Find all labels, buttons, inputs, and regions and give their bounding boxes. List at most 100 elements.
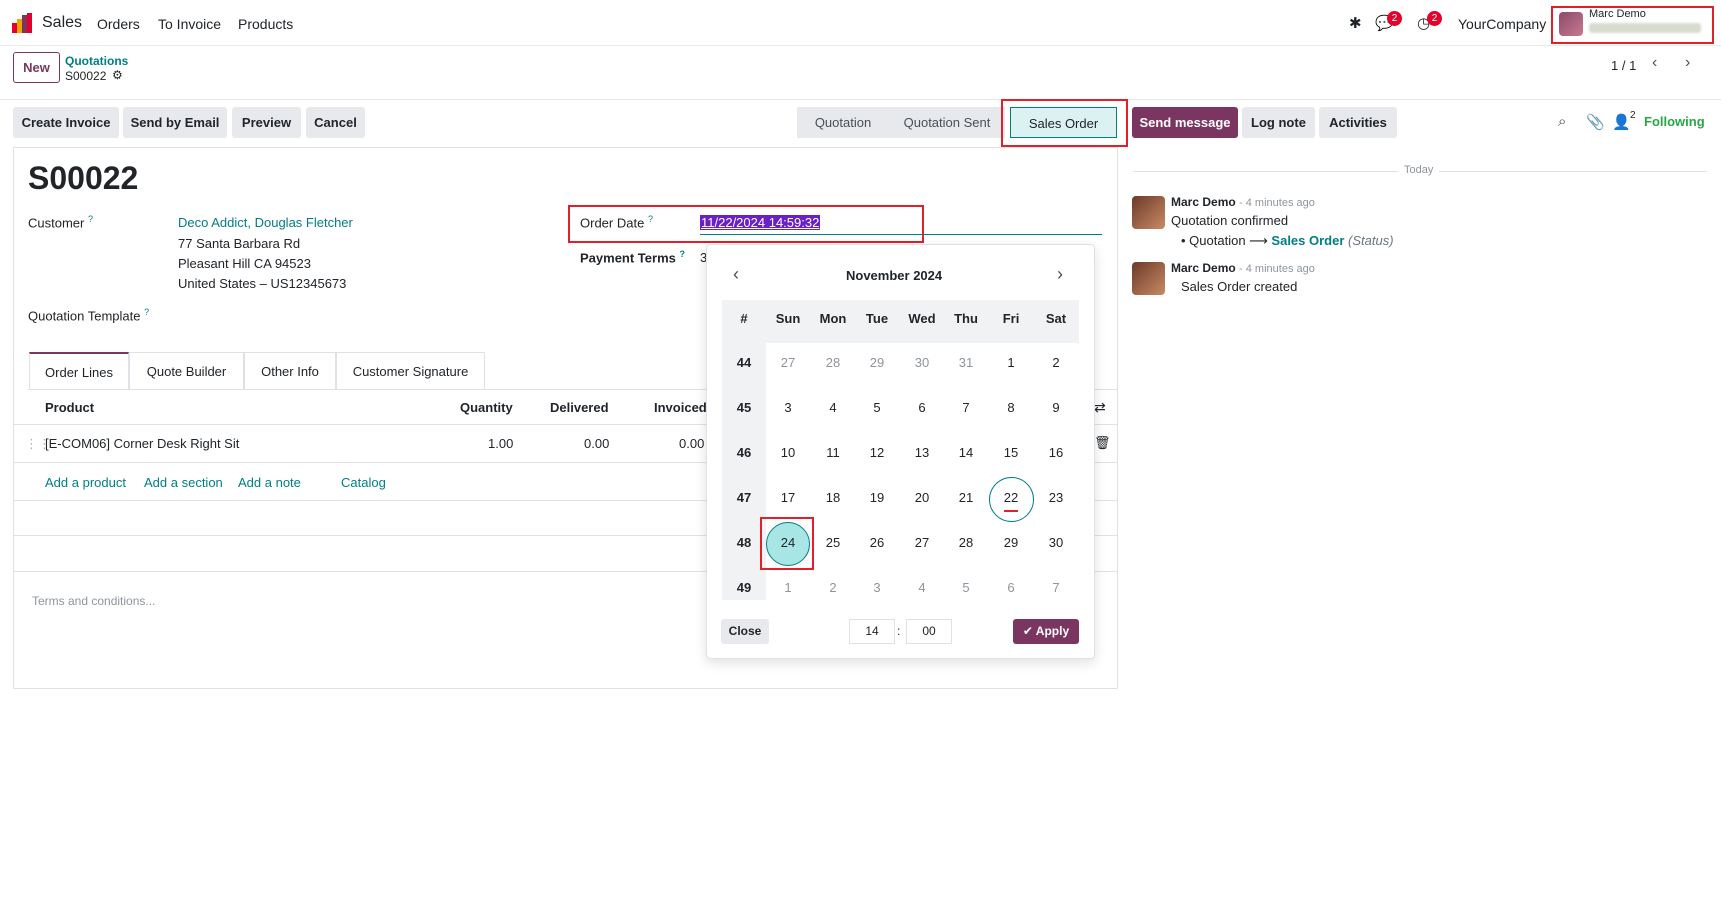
column-invoiced[interactable]: Invoiced [654,400,707,415]
gear-icon[interactable]: ⚙ [112,68,123,82]
pager-previous-icon[interactable]: ‹ [1652,54,1657,72]
datepicker-day[interactable]: 29 [855,355,899,370]
datepicker-day[interactable]: 4 [811,400,855,415]
datepicker-day[interactable]: 12 [855,445,899,460]
line-quantity[interactable]: 1.00 [488,436,513,451]
datepicker-day[interactable]: 2 [811,580,855,595]
datepicker-day[interactable]: 3 [855,580,899,595]
datepicker-day[interactable]: 29 [989,535,1033,550]
activities-button[interactable]: Activities [1319,107,1397,138]
datepicker-day[interactable]: 8 [989,400,1033,415]
create-invoice-button[interactable]: Create Invoice [13,107,119,138]
datepicker-month-title[interactable]: November 2024 [846,268,942,283]
user-avatar[interactable] [1559,12,1583,36]
datepicker-day[interactable]: 30 [900,355,944,370]
datepicker-day[interactable]: 26 [855,535,899,550]
datepicker-day[interactable]: 30 [1034,535,1078,550]
hour-input[interactable]: 14 [849,619,895,644]
datepicker-day[interactable]: 7 [1034,580,1078,595]
datepicker-day[interactable]: 14 [944,445,988,460]
datepicker-day[interactable]: 28 [811,355,855,370]
datepicker-day[interactable]: 16 [1034,445,1078,460]
datepicker-day[interactable]: 25 [811,535,855,550]
tab-other-info[interactable]: Other Info [244,352,336,389]
datepicker-day[interactable]: 1 [989,355,1033,370]
message-author[interactable]: Marc Demo - 4 minutes ago [1171,195,1315,209]
datepicker-day[interactable]: 11 [811,445,855,460]
add-product-link[interactable]: Add a product [45,475,126,490]
datepicker-day[interactable]: 31 [944,355,988,370]
datepicker-day[interactable]: 21 [944,490,988,505]
datepicker-day[interactable]: 13 [900,445,944,460]
cancel-button[interactable]: Cancel [306,107,365,138]
datepicker-day[interactable]: 15 [989,445,1033,460]
user-name[interactable]: Marc Demo [1589,8,1646,20]
add-note-link[interactable]: Add a note [238,475,301,490]
log-note-button[interactable]: Log note [1242,107,1315,138]
search-icon[interactable]: ⌕ [1558,113,1566,130]
datepicker-day[interactable]: 3 [766,400,810,415]
message-author-avatar[interactable] [1132,262,1165,295]
terms-and-conditions-input[interactable]: Terms and conditions... [32,594,155,608]
message-author[interactable]: Marc Demo - 4 minutes ago [1171,261,1315,275]
order-date-input[interactable]: 11/22/2024 14:59:32 [700,215,821,230]
datepicker-day[interactable]: 4 [900,580,944,595]
datepicker-day[interactable]: 20 [900,490,944,505]
delete-line-icon[interactable]: 🗑 [1094,435,1111,451]
followers-icon[interactable]: 👤 [1612,113,1631,131]
datepicker-previous-icon[interactable]: ‹ [733,264,739,285]
tab-customer-signature[interactable]: Customer Signature [336,352,485,389]
datepicker-day[interactable]: 7 [944,400,988,415]
datepicker-day[interactable]: 10 [766,445,810,460]
app-logo-icon[interactable] [12,13,32,33]
column-settings-icon[interactable]: ⇄ [1094,399,1106,416]
debug-bug-icon[interactable]: ✱ [1349,14,1362,32]
app-name[interactable]: Sales [42,14,82,32]
column-product[interactable]: Product [45,400,94,415]
tab-order-lines[interactable]: Order Lines [29,352,129,389]
menu-orders[interactable]: Orders [97,16,140,32]
new-button[interactable]: New [13,52,60,83]
paperclip-icon[interactable]: 📎 [1586,113,1605,131]
datepicker-apply-button[interactable]: ✔ Apply [1013,619,1079,644]
catalog-link[interactable]: Catalog [341,475,386,490]
datepicker-day[interactable]: 28 [944,535,988,550]
menu-to-invoice[interactable]: To Invoice [158,16,221,32]
stage-quotation-sent[interactable]: Quotation Sent [889,107,1005,138]
add-section-link[interactable]: Add a section [144,475,223,490]
datepicker-next-icon[interactable]: › [1057,264,1063,285]
datepicker-day[interactable]: 5 [855,400,899,415]
datepicker-day[interactable]: 23 [1034,490,1078,505]
datepicker-day[interactable]: 18 [811,490,855,505]
column-delivered[interactable]: Delivered [550,400,609,415]
datepicker-day[interactable]: 27 [900,535,944,550]
datepicker-day[interactable]: 6 [989,580,1033,595]
datepicker-day[interactable]: 2 [1034,355,1078,370]
send-by-email-button[interactable]: Send by Email [123,107,227,138]
stage-quotation[interactable]: Quotation [797,107,889,138]
datepicker-day[interactable]: 6 [900,400,944,415]
line-product[interactable]: [E-COM06] Corner Desk Right Sit [45,436,239,451]
datepicker-day[interactable]: 9 [1034,400,1078,415]
datepicker-day[interactable]: 1 [766,580,810,595]
breadcrumb-quotations[interactable]: Quotations [65,54,128,68]
datepicker-day[interactable]: 22 [989,490,1033,505]
company-switcher[interactable]: YourCompany [1458,16,1546,32]
datepicker-day[interactable]: 24 [766,535,810,550]
datepicker-day[interactable]: 19 [855,490,899,505]
pager-next-icon[interactable]: › [1685,54,1690,72]
menu-products[interactable]: Products [238,16,293,32]
send-message-button[interactable]: Send message [1132,107,1238,138]
minute-input[interactable]: 00 [906,619,952,644]
preview-button[interactable]: Preview [232,107,301,138]
following-button[interactable]: Following [1644,114,1705,129]
tab-quote-builder[interactable]: Quote Builder [129,352,244,389]
datepicker-day[interactable]: 27 [766,355,810,370]
message-author-avatar[interactable] [1132,196,1165,229]
pager-value[interactable]: 1 / 1 [1611,58,1636,73]
column-quantity[interactable]: Quantity [460,400,513,415]
datepicker-day[interactable]: 17 [766,490,810,505]
datepicker-day[interactable]: 5 [944,580,988,595]
datepicker-close-button[interactable]: Close [721,619,769,644]
customer-field[interactable]: Deco Addict, Douglas Fletcher [178,215,353,230]
